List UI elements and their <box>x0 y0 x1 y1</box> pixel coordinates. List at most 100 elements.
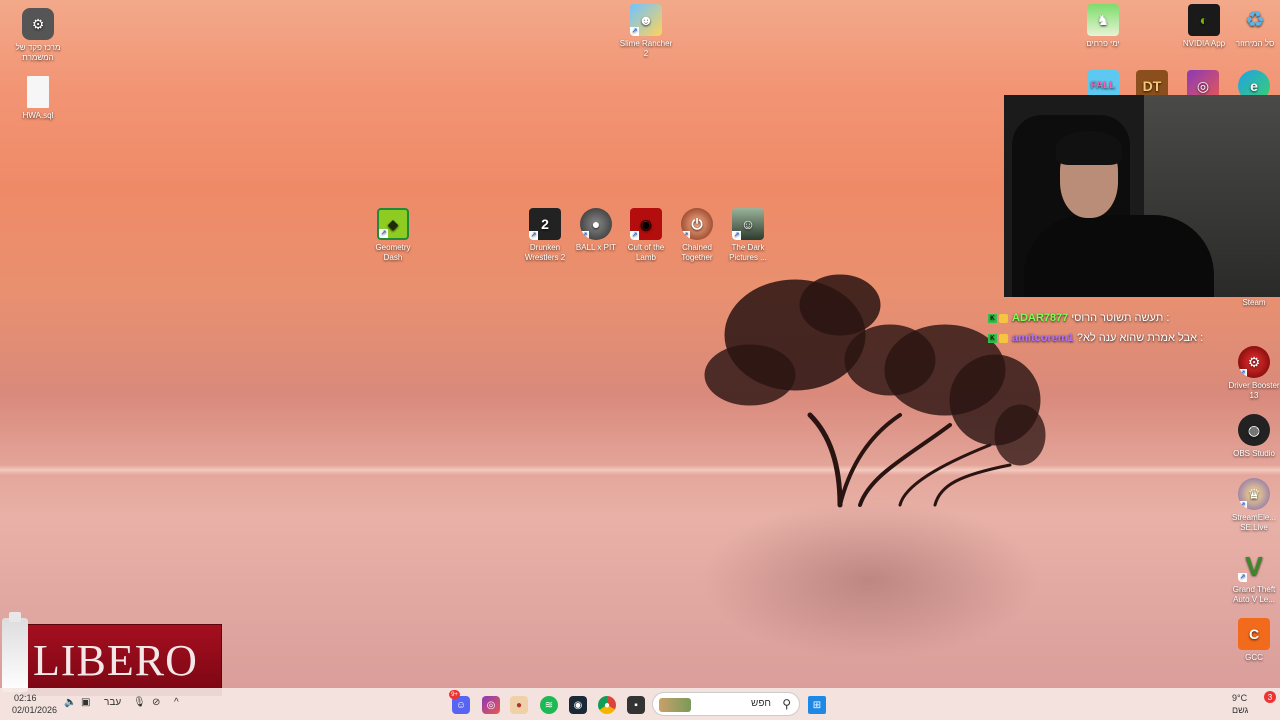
language-indicator[interactable]: עבר <box>104 697 121 708</box>
kick-badge-icon: K <box>988 313 997 323</box>
streamelements-icon: ♛ ↗ <box>1238 478 1270 510</box>
shortcut-arrow-icon: ↗ <box>681 231 690 240</box>
clock-time[interactable]: 02:16 <box>14 693 37 703</box>
shortcut-arrow-icon: ↗ <box>379 229 388 238</box>
desktop-icon-drunken-wrestlers[interactable]: 2 ↗ Drunken Wrestlers 2 <box>517 208 573 263</box>
search-placeholder: חפש <box>751 698 771 709</box>
tree-reflection <box>700 500 1040 660</box>
dark-pictures-icon: ☺ ↗ <box>732 208 764 240</box>
gcc-icon: C <box>1238 618 1270 650</box>
sponsor-brand: LIBERO <box>33 636 198 685</box>
steam-taskbar-icon[interactable]: ◉ <box>569 696 587 714</box>
notification-count-badge[interactable]: 3 <box>1264 691 1276 703</box>
icon-label: Drunken Wrestlers 2 <box>524 243 566 262</box>
webcam-person-hair <box>1056 131 1122 165</box>
webcam-overlay <box>1004 95 1280 297</box>
shortcut-arrow-icon: ↗ <box>1238 573 1247 582</box>
desktop-icon-geometry-dash[interactable]: ◆ ↗ Geometry Dash <box>365 208 421 263</box>
chat-message: Kamitcorem1 ?אבל אמרת שהוא ענה לא : <box>988 332 1228 344</box>
search-input[interactable]: חפש ⚲ <box>652 692 800 716</box>
weather-temp[interactable]: 9°C <box>1232 693 1247 703</box>
chrome-icon[interactable]: ● <box>598 696 616 714</box>
icon-label: Grand Theft Auto V Le... <box>1232 585 1276 604</box>
icon-label: BALL x PIT <box>575 243 617 252</box>
shortcut-arrow-icon: ↗ <box>1238 501 1247 510</box>
desktop-icon-dark-pictures[interactable]: ☺ ↗ The Dark Pictures ... <box>720 208 776 263</box>
chat-text: תעשה תשוטר הרוסי : <box>1071 312 1170 324</box>
chained-together-icon: ⏻ ↗ <box>681 208 713 240</box>
icon-label: ימי פרחים <box>1086 39 1120 48</box>
notification-badge: 9+ <box>449 690 460 699</box>
desktop-icon-hwa-sql[interactable]: HWA.sql <box>10 76 66 121</box>
desktop-icon-steam[interactable]: Steam <box>1226 298 1280 308</box>
desktop-icon-nvidia-app[interactable]: ◐ NVIDIA App <box>1176 4 1232 49</box>
icon-label: HWA.sql <box>22 111 54 120</box>
game-taskbar-icon[interactable]: ● <box>510 696 528 714</box>
icon-label: Chained Together <box>681 243 713 262</box>
chevron-up-icon[interactable]: ^ <box>174 697 179 708</box>
icon-label: NVIDIA App <box>1182 39 1226 48</box>
desktop-icon-slime-rancher[interactable]: ☻ ↗ Slime Rancher 2 <box>618 4 674 59</box>
ball-x-pit-icon: ● ↗ <box>580 208 612 240</box>
desktop-icon-streamelements[interactable]: ♛ ↗ StreamEle... SE.Live <box>1226 478 1280 533</box>
horizon-glow <box>0 465 1280 475</box>
kick-badge-icon: K <box>988 333 997 343</box>
desktop-icon-gcc[interactable]: C GCC <box>1226 618 1280 663</box>
nvidia-icon: ◐ <box>1188 4 1220 36</box>
desktop-icon-game-flowers[interactable]: ♞ ימי פרחים <box>1075 4 1131 49</box>
icon-label: The Dark Pictures ... <box>729 243 767 262</box>
icon-label: מרכז פקד של המשמרת <box>15 43 61 62</box>
desktop-icon-chained-together[interactable]: ⏻ ↗ Chained Together <box>669 208 725 263</box>
drunken-wrestlers-icon: 2 ↗ <box>529 208 561 240</box>
spotify-icon[interactable]: ≋ <box>540 696 558 714</box>
chat-text: ?אבל אמרת שהוא ענה לא : <box>1076 332 1204 344</box>
desktop-icon-ball-x-pit[interactable]: ● ↗ BALL x PIT <box>568 208 624 253</box>
shortcut-arrow-icon: ↗ <box>580 231 589 240</box>
file-icon <box>27 76 49 108</box>
icon-label: StreamEle... SE.Live <box>1231 513 1276 532</box>
weather-label[interactable]: גשם <box>1232 705 1248 715</box>
pencil-badge-icon <box>999 333 1008 343</box>
icon-label: סל המיחזור <box>1235 39 1275 48</box>
desktop-icon-driver-booster[interactable]: ⚙ ↗ Driver Booster 13 <box>1226 346 1280 401</box>
icon-label: Geometry Dash <box>375 243 411 262</box>
chat-username: amitcorem1 <box>1012 332 1074 344</box>
icon-label: Driver Booster 13 <box>1228 381 1280 400</box>
desktop-icon-gta[interactable]: V ↗ Grand Theft Auto V Le... <box>1226 550 1280 605</box>
network-icon[interactable]: ▣ <box>81 697 90 708</box>
game-icon: ☻ ↗ <box>630 4 662 36</box>
gta-icon: V ↗ <box>1238 551 1263 582</box>
pencil-badge-icon <box>999 313 1008 323</box>
perfume-bottle-image <box>2 612 28 692</box>
desktop-icon-cult-of-the-lamb[interactable]: ◉ ↗ Cult of the Lamb <box>618 208 674 263</box>
icon-label: Steam <box>1242 298 1266 307</box>
game-icon: ♞ <box>1087 4 1119 36</box>
microphone-icon[interactable]: 🎙 <box>133 697 146 708</box>
obs-icon: ◍ <box>1238 414 1270 446</box>
shortcut-arrow-icon: ↗ <box>732 231 741 240</box>
geometry-dash-icon: ◆ ↗ <box>377 208 409 240</box>
instagram-taskbar-icon[interactable]: ◎ <box>482 696 500 714</box>
icon-label: Cult of the Lamb <box>627 243 665 262</box>
taskbar: 02:16 02/01/2026 🔈 ▣ עבר 🎙 ⊘ ^ ☺ 9+ ◎ ● … <box>0 688 1280 720</box>
icon-label: GCC <box>1245 653 1263 662</box>
settings-icon: ⚙ <box>22 8 54 40</box>
search-decoration-image <box>659 698 691 712</box>
shortcut-arrow-icon: ↗ <box>1238 369 1247 378</box>
hidden-camera-icon[interactable]: ⊘ <box>152 697 160 708</box>
chat-username: ADAR7877 <box>1012 312 1069 324</box>
shortcut-arrow-icon: ↗ <box>630 231 639 240</box>
cult-of-the-lamb-icon: ◉ ↗ <box>630 208 662 240</box>
desktop-icon-recycle-bin[interactable]: ♻ סל המיחזור <box>1227 4 1280 49</box>
driver-booster-icon: ⚙ ↗ <box>1238 346 1270 378</box>
clock-date[interactable]: 02/01/2026 <box>12 705 57 715</box>
shortcut-arrow-icon: ↗ <box>529 231 538 240</box>
windows-start-icon[interactable]: ⊞ <box>808 696 826 714</box>
shortcut-arrow-icon: ↗ <box>630 27 639 36</box>
desktop-icon-control-panel[interactable]: ⚙ מרכז פקד של המשמרת <box>10 8 66 63</box>
desktop-icon-obs[interactable]: ◍ OBS Studio <box>1226 414 1280 459</box>
icon-label: Slime Rancher 2 <box>619 39 673 58</box>
sponsor-banner: LIBERO <box>22 624 222 696</box>
volume-icon[interactable]: 🔈 <box>64 697 76 708</box>
app-taskbar-icon[interactable]: ▪ <box>627 696 645 714</box>
